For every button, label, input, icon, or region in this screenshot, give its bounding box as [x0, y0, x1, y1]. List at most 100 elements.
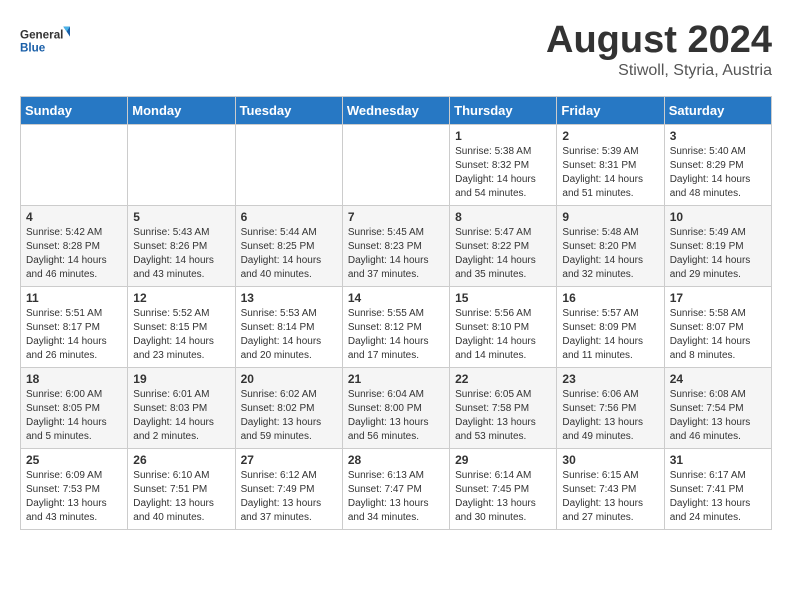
day-number: 4	[26, 210, 122, 224]
cell-w2-d1: 4 Sunrise: 5:42 AM Sunset: 8:28 PM Dayli…	[21, 205, 128, 286]
cell-w4-d3: 20 Sunrise: 6:02 AM Sunset: 8:02 PM Dayl…	[235, 367, 342, 448]
day-info: Sunrise: 6:05 AM Sunset: 7:58 PM Dayligh…	[455, 388, 551, 444]
day-number: 9	[562, 210, 658, 224]
day-info: Sunrise: 6:13 AM Sunset: 7:47 PM Dayligh…	[348, 469, 444, 525]
day-info: Sunrise: 6:10 AM Sunset: 7:51 PM Dayligh…	[133, 469, 229, 525]
day-number: 21	[348, 372, 444, 386]
day-info: Sunrise: 5:40 AM Sunset: 8:29 PM Dayligh…	[670, 145, 766, 201]
week-row-5: 25 Sunrise: 6:09 AM Sunset: 7:53 PM Dayl…	[21, 448, 772, 529]
day-info: Sunrise: 6:08 AM Sunset: 7:54 PM Dayligh…	[670, 388, 766, 444]
cell-w5-d5: 29 Sunrise: 6:14 AM Sunset: 7:45 PM Dayl…	[450, 448, 557, 529]
cell-w4-d1: 18 Sunrise: 6:00 AM Sunset: 8:05 PM Dayl…	[21, 367, 128, 448]
logo-svg: General Blue	[20, 20, 70, 60]
cell-w1-d5: 1 Sunrise: 5:38 AM Sunset: 8:32 PM Dayli…	[450, 124, 557, 205]
day-info: Sunrise: 5:53 AM Sunset: 8:14 PM Dayligh…	[241, 307, 337, 363]
day-info: Sunrise: 5:38 AM Sunset: 8:32 PM Dayligh…	[455, 145, 551, 201]
day-number: 3	[670, 129, 766, 143]
cell-w5-d6: 30 Sunrise: 6:15 AM Sunset: 7:43 PM Dayl…	[557, 448, 664, 529]
day-number: 20	[241, 372, 337, 386]
day-info: Sunrise: 6:04 AM Sunset: 8:00 PM Dayligh…	[348, 388, 444, 444]
cell-w3-d7: 17 Sunrise: 5:58 AM Sunset: 8:07 PM Dayl…	[664, 286, 771, 367]
cell-w4-d4: 21 Sunrise: 6:04 AM Sunset: 8:00 PM Dayl…	[342, 367, 449, 448]
cell-w4-d6: 23 Sunrise: 6:06 AM Sunset: 7:56 PM Dayl…	[557, 367, 664, 448]
day-number: 15	[455, 291, 551, 305]
day-info: Sunrise: 6:17 AM Sunset: 7:41 PM Dayligh…	[670, 469, 766, 525]
day-info: Sunrise: 5:39 AM Sunset: 8:31 PM Dayligh…	[562, 145, 658, 201]
cell-w3-d2: 12 Sunrise: 5:52 AM Sunset: 8:15 PM Dayl…	[128, 286, 235, 367]
weekday-friday: Friday	[557, 96, 664, 124]
cell-w3-d5: 15 Sunrise: 5:56 AM Sunset: 8:10 PM Dayl…	[450, 286, 557, 367]
day-number: 28	[348, 453, 444, 467]
day-info: Sunrise: 5:48 AM Sunset: 8:20 PM Dayligh…	[562, 226, 658, 282]
day-number: 13	[241, 291, 337, 305]
week-row-1: 1 Sunrise: 5:38 AM Sunset: 8:32 PM Dayli…	[21, 124, 772, 205]
cell-w1-d6: 2 Sunrise: 5:39 AM Sunset: 8:31 PM Dayli…	[557, 124, 664, 205]
day-number: 17	[670, 291, 766, 305]
svg-text:Blue: Blue	[20, 42, 46, 55]
day-info: Sunrise: 6:01 AM Sunset: 8:03 PM Dayligh…	[133, 388, 229, 444]
day-info: Sunrise: 5:43 AM Sunset: 8:26 PM Dayligh…	[133, 226, 229, 282]
cell-w5-d3: 27 Sunrise: 6:12 AM Sunset: 7:49 PM Dayl…	[235, 448, 342, 529]
week-row-2: 4 Sunrise: 5:42 AM Sunset: 8:28 PM Dayli…	[21, 205, 772, 286]
cell-w2-d6: 9 Sunrise: 5:48 AM Sunset: 8:20 PM Dayli…	[557, 205, 664, 286]
day-info: Sunrise: 6:09 AM Sunset: 7:53 PM Dayligh…	[26, 469, 122, 525]
cell-w3-d4: 14 Sunrise: 5:55 AM Sunset: 8:12 PM Dayl…	[342, 286, 449, 367]
day-number: 27	[241, 453, 337, 467]
page-header: General Blue August 2024 Stiwoll, Styria…	[20, 20, 772, 80]
cell-w2-d7: 10 Sunrise: 5:49 AM Sunset: 8:19 PM Dayl…	[664, 205, 771, 286]
day-info: Sunrise: 5:47 AM Sunset: 8:22 PM Dayligh…	[455, 226, 551, 282]
day-number: 22	[455, 372, 551, 386]
weekday-saturday: Saturday	[664, 96, 771, 124]
day-number: 8	[455, 210, 551, 224]
day-number: 2	[562, 129, 658, 143]
cell-w2-d2: 5 Sunrise: 5:43 AM Sunset: 8:26 PM Dayli…	[128, 205, 235, 286]
cell-w4-d7: 24 Sunrise: 6:08 AM Sunset: 7:54 PM Dayl…	[664, 367, 771, 448]
cell-w2-d4: 7 Sunrise: 5:45 AM Sunset: 8:23 PM Dayli…	[342, 205, 449, 286]
day-info: Sunrise: 6:02 AM Sunset: 8:02 PM Dayligh…	[241, 388, 337, 444]
weekday-wednesday: Wednesday	[342, 96, 449, 124]
calendar-table: SundayMondayTuesdayWednesdayThursdayFrid…	[20, 96, 772, 530]
day-number: 7	[348, 210, 444, 224]
cell-w3-d1: 11 Sunrise: 5:51 AM Sunset: 8:17 PM Dayl…	[21, 286, 128, 367]
week-row-4: 18 Sunrise: 6:00 AM Sunset: 8:05 PM Dayl…	[21, 367, 772, 448]
day-number: 24	[670, 372, 766, 386]
day-number: 29	[455, 453, 551, 467]
day-info: Sunrise: 5:42 AM Sunset: 8:28 PM Dayligh…	[26, 226, 122, 282]
day-info: Sunrise: 5:57 AM Sunset: 8:09 PM Dayligh…	[562, 307, 658, 363]
day-number: 16	[562, 291, 658, 305]
day-number: 5	[133, 210, 229, 224]
day-number: 31	[670, 453, 766, 467]
cell-w4-d5: 22 Sunrise: 6:05 AM Sunset: 7:58 PM Dayl…	[450, 367, 557, 448]
weekday-monday: Monday	[128, 96, 235, 124]
cell-w1-d7: 3 Sunrise: 5:40 AM Sunset: 8:29 PM Dayli…	[664, 124, 771, 205]
day-info: Sunrise: 5:49 AM Sunset: 8:19 PM Dayligh…	[670, 226, 766, 282]
day-number: 12	[133, 291, 229, 305]
weekday-tuesday: Tuesday	[235, 96, 342, 124]
cell-w3-d3: 13 Sunrise: 5:53 AM Sunset: 8:14 PM Dayl…	[235, 286, 342, 367]
cell-w1-d1	[21, 124, 128, 205]
cell-w3-d6: 16 Sunrise: 5:57 AM Sunset: 8:09 PM Dayl…	[557, 286, 664, 367]
day-number: 30	[562, 453, 658, 467]
weekday-header-row: SundayMondayTuesdayWednesdayThursdayFrid…	[21, 96, 772, 124]
sub-title: Stiwoll, Styria, Austria	[546, 62, 772, 80]
cell-w1-d4	[342, 124, 449, 205]
day-info: Sunrise: 5:44 AM Sunset: 8:25 PM Dayligh…	[241, 226, 337, 282]
day-number: 10	[670, 210, 766, 224]
day-number: 26	[133, 453, 229, 467]
svg-text:General: General	[20, 28, 63, 41]
cell-w2-d5: 8 Sunrise: 5:47 AM Sunset: 8:22 PM Dayli…	[450, 205, 557, 286]
day-info: Sunrise: 5:51 AM Sunset: 8:17 PM Dayligh…	[26, 307, 122, 363]
day-info: Sunrise: 6:12 AM Sunset: 7:49 PM Dayligh…	[241, 469, 337, 525]
main-title: August 2024	[546, 20, 772, 62]
title-block: August 2024 Stiwoll, Styria, Austria	[546, 20, 772, 80]
day-number: 18	[26, 372, 122, 386]
week-row-3: 11 Sunrise: 5:51 AM Sunset: 8:17 PM Dayl…	[21, 286, 772, 367]
cell-w5-d2: 26 Sunrise: 6:10 AM Sunset: 7:51 PM Dayl…	[128, 448, 235, 529]
weekday-sunday: Sunday	[21, 96, 128, 124]
day-number: 25	[26, 453, 122, 467]
weekday-thursday: Thursday	[450, 96, 557, 124]
day-number: 14	[348, 291, 444, 305]
day-number: 6	[241, 210, 337, 224]
day-info: Sunrise: 5:55 AM Sunset: 8:12 PM Dayligh…	[348, 307, 444, 363]
day-info: Sunrise: 6:06 AM Sunset: 7:56 PM Dayligh…	[562, 388, 658, 444]
